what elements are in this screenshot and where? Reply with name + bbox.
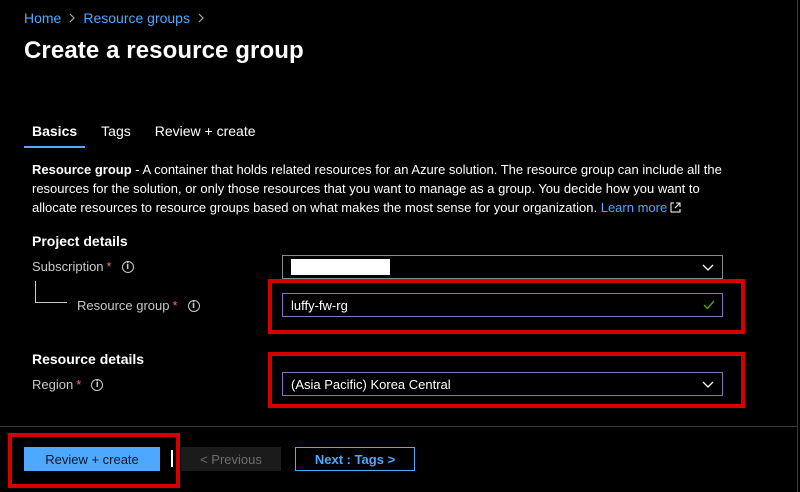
required-asterisk: *: [172, 298, 178, 313]
tab-bar: Basics Tags Review + create: [24, 120, 272, 148]
subscription-label-text: Subscription: [32, 259, 104, 274]
required-asterisk: *: [106, 259, 112, 274]
page-right-border: [797, 0, 798, 492]
highlight-box-region: [268, 352, 745, 408]
resource-group-label-text: Resource group: [77, 298, 170, 313]
breadcrumb-home[interactable]: Home: [24, 10, 61, 26]
resource-group-label: Resource group * i: [77, 298, 200, 313]
external-link-icon: [670, 199, 681, 218]
info-icon[interactable]: i: [91, 378, 104, 391]
text-cursor: [171, 450, 173, 467]
previous-button[interactable]: < Previous: [181, 447, 281, 471]
breadcrumb: Home Resource groups: [24, 10, 212, 26]
project-details-heading: Project details: [32, 233, 128, 249]
description-lead: Resource group: [32, 162, 132, 177]
footer-divider: [0, 426, 797, 427]
resource-group-description: Resource group - A container that holds …: [32, 160, 732, 218]
subscription-label: Subscription * i: [32, 259, 134, 274]
breadcrumb-resource-groups[interactable]: Resource groups: [83, 10, 190, 26]
tree-connector-horizontal: [35, 302, 67, 303]
subscription-select[interactable]: [282, 255, 723, 279]
highlight-box-resource-group: [268, 279, 745, 334]
tab-tags[interactable]: Tags: [93, 120, 139, 148]
required-asterisk: *: [76, 377, 82, 392]
info-icon[interactable]: i: [121, 260, 134, 273]
highlight-box-review-create: [8, 433, 180, 488]
learn-more-link[interactable]: Learn more: [601, 200, 667, 215]
resource-details-heading: Resource details: [32, 351, 145, 367]
region-label: Region * i: [32, 377, 104, 392]
next-tags-button[interactable]: Next : Tags >: [295, 447, 415, 471]
page-title: Create a resource group: [24, 37, 304, 64]
tab-basics[interactable]: Basics: [24, 120, 86, 148]
tree-connector-vertical: [35, 281, 36, 303]
tab-review-create[interactable]: Review + create: [147, 120, 264, 148]
chevron-right-icon: [69, 10, 76, 26]
subscription-value-redacted: [291, 259, 390, 275]
chevron-right-icon: [198, 10, 204, 26]
region-label-text: Region: [32, 377, 74, 392]
info-icon[interactable]: i: [187, 299, 200, 312]
chevron-down-icon: [702, 261, 714, 276]
